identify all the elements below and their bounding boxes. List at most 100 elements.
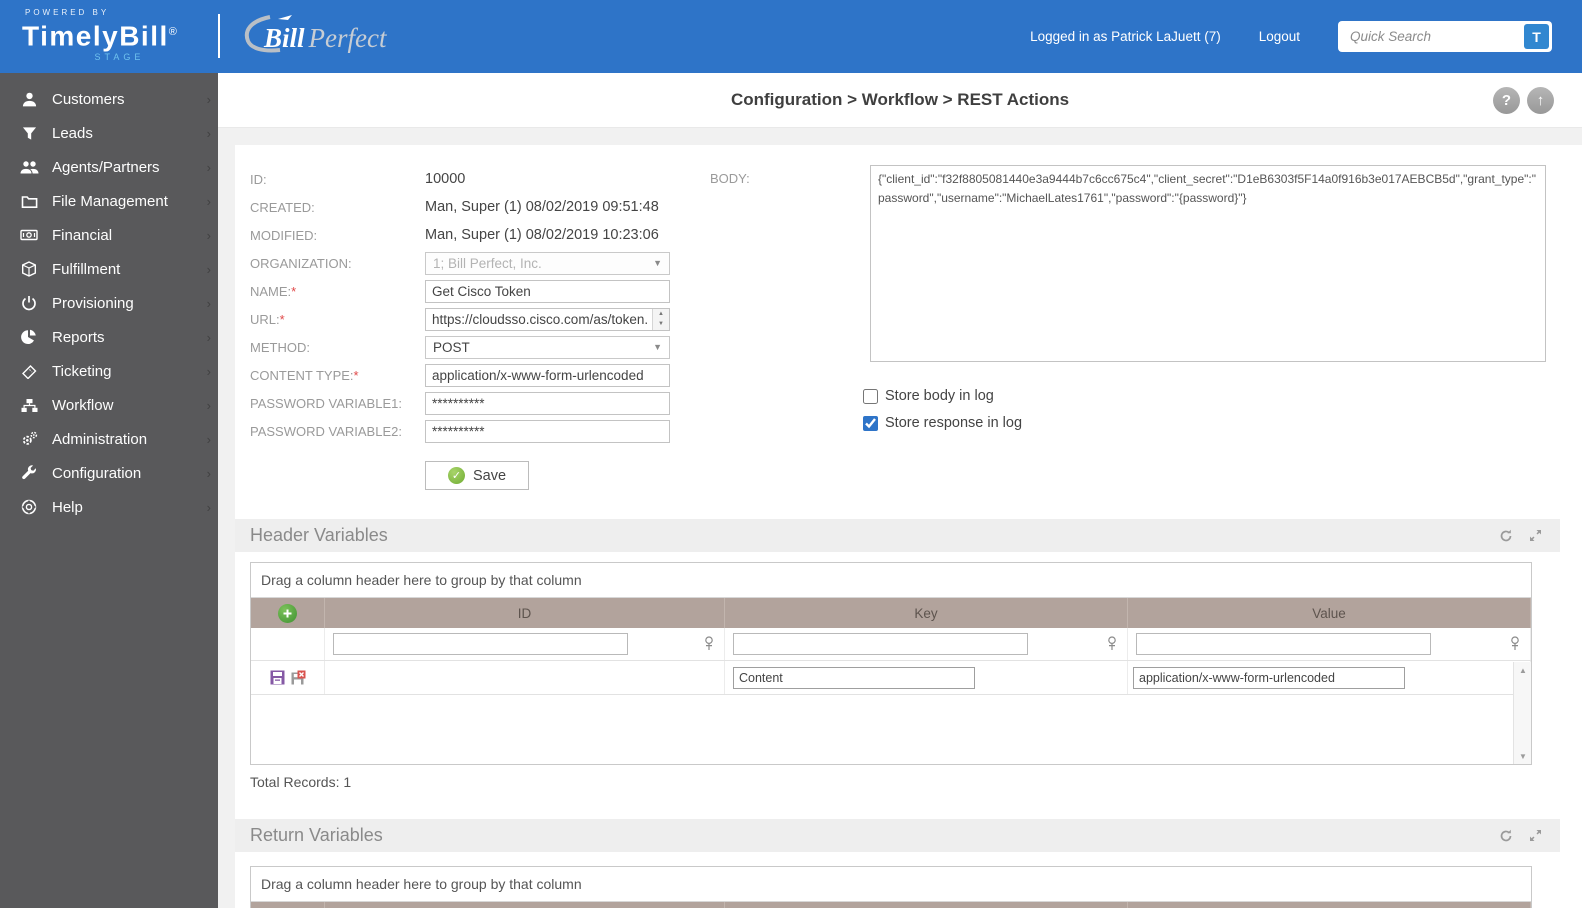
sidebar-item-configuration[interactable]: Configuration › — [0, 456, 218, 490]
partner-perfect-text: Perfect — [308, 22, 387, 53]
rest-actions-page: POWERED BY TimelyBill® STAGE Bill Perfec… — [0, 0, 1582, 908]
sidebar-item-label: File Management — [52, 192, 168, 210]
chevron-right-icon: › — [206, 159, 211, 175]
sidebar-item-fulfillment[interactable]: Fulfillment › — [0, 252, 218, 286]
refresh-icon[interactable] — [1499, 529, 1513, 543]
content-type-input[interactable] — [425, 363, 670, 387]
cancel-row-icon[interactable] — [291, 670, 306, 685]
header-variables-bar: Header Variables — [235, 519, 1560, 552]
environment-label: STAGE — [94, 52, 145, 63]
expand-icon[interactable] — [1529, 529, 1542, 542]
sidebar-item-workflow[interactable]: Workflow › — [0, 388, 218, 422]
chevron-down-icon: ▼ — [653, 342, 662, 352]
scroll-down-icon[interactable]: ▼ — [1514, 748, 1532, 764]
logout-link[interactable]: Logout — [1259, 29, 1300, 44]
top-bar: POWERED BY TimelyBill® STAGE Bill Perfec… — [0, 0, 1582, 73]
expand-icon[interactable] — [1529, 829, 1542, 842]
url-input[interactable] — [425, 307, 670, 331]
partner-bill-text: Bill — [264, 22, 305, 53]
ticket-icon — [18, 362, 40, 380]
organization-select[interactable]: 1; Bill Perfect, Inc. ▼ — [425, 251, 670, 275]
id-label: ID: — [250, 171, 267, 187]
pie-chart-icon — [18, 328, 40, 346]
registered-mark: ® — [168, 26, 179, 38]
filter-pin-icon[interactable] — [1510, 636, 1520, 651]
sidebar-item-label: Administration — [52, 430, 148, 448]
password-variable1-label: PASSWORD VARIABLE1: — [250, 395, 402, 411]
group-panel[interactable]: Drag a column header here to group by th… — [251, 563, 1531, 598]
group-panel[interactable]: Drag a column header here to group by th… — [251, 867, 1531, 902]
url-label: URL: — [250, 311, 280, 327]
method-select[interactable]: POST ▼ — [425, 335, 670, 359]
name-label: NAME: — [250, 283, 292, 299]
body-textarea[interactable]: {"client_id":"f32f8805081440e3a9444b7c6c… — [870, 165, 1546, 362]
value-filter-input[interactable] — [1136, 633, 1431, 655]
breadcrumb: Configuration > Workflow > REST Actions — [730, 90, 1070, 109]
sidebar-item-help[interactable]: Help › — [0, 490, 218, 524]
sidebar-item-file-management[interactable]: File Management › — [0, 184, 218, 218]
required-marker: * — [353, 367, 359, 383]
column-header-value[interactable]: Value — [1128, 598, 1531, 628]
sidebar-item-agents-partners[interactable]: Agents/Partners › — [0, 150, 218, 184]
body-label: BODY: — [710, 171, 750, 186]
scroll-top-button[interactable]: ↑ — [1527, 87, 1554, 114]
save-button[interactable]: ✓ Save — [425, 461, 529, 490]
sidebar-item-customers[interactable]: Customers › — [0, 82, 218, 116]
quick-search-input[interactable] — [1348, 28, 1518, 45]
modified-label: MODIFIED: — [250, 227, 318, 243]
sidebar-item-leads[interactable]: Leads › — [0, 116, 218, 150]
spin-up-icon[interactable]: ▲ — [653, 309, 669, 320]
vertical-scrollbar[interactable]: ▲ ▼ — [1513, 662, 1531, 764]
column-header-key[interactable]: Key — [725, 598, 1128, 628]
search-button[interactable]: T — [1524, 24, 1549, 49]
scroll-up-icon[interactable]: ▲ — [1514, 662, 1532, 678]
store-response-checkbox[interactable] — [863, 415, 878, 431]
sidebar-item-label: Customers — [52, 90, 125, 108]
store-body-option: Store body in log — [863, 388, 994, 404]
row-key-input[interactable] — [733, 666, 975, 689]
content-type-label: CONTENT TYPE: — [250, 367, 354, 383]
method-label: METHOD: — [250, 339, 310, 355]
password-variable2-label: PASSWORD VARIABLE2: — [250, 423, 402, 439]
refresh-icon[interactable] — [1499, 829, 1513, 843]
grid-filter-row — [251, 628, 1531, 661]
filter-pin-icon[interactable] — [1107, 636, 1117, 651]
brand-name: TimelyBill — [22, 20, 169, 52]
save-row-icon[interactable] — [270, 670, 285, 685]
key-filter-input[interactable] — [733, 633, 1028, 655]
header-variables-title: Header Variables — [250, 525, 388, 545]
quick-search: T — [1338, 21, 1552, 52]
help-button[interactable]: ? — [1493, 87, 1520, 114]
column-header-id[interactable]: ID — [325, 598, 725, 628]
id-filter-input[interactable] — [333, 633, 628, 655]
gears-icon — [18, 430, 40, 448]
sidebar-item-provisioning[interactable]: Provisioning › — [0, 286, 218, 320]
password-variable1-input[interactable] — [425, 391, 670, 415]
main-panel: ID: 10000 CREATED: Man, Super (1) 08/02/… — [235, 145, 1582, 908]
sidebar-item-label: Workflow — [52, 396, 114, 414]
name-input[interactable] — [425, 279, 670, 303]
sidebar: Customers › Leads › Agents/Partners › Fi… — [0, 73, 218, 908]
sidebar-item-administration[interactable]: Administration › — [0, 422, 218, 456]
required-marker: * — [279, 311, 285, 327]
add-row-button[interactable] — [278, 603, 297, 623]
sidebar-item-financial[interactable]: Financial › — [0, 218, 218, 252]
total-records: Total Records: 1 — [250, 774, 352, 790]
sidebar-item-label: Ticketing — [52, 362, 112, 380]
filter-pin-icon[interactable] — [704, 636, 714, 651]
chevron-right-icon: › — [206, 363, 211, 379]
sidebar-item-ticketing[interactable]: Ticketing › — [0, 354, 218, 388]
return-variables-grid: Drag a column header here to group by th… — [250, 866, 1532, 908]
sidebar-item-reports[interactable]: Reports › — [0, 320, 218, 354]
spin-down-icon[interactable]: ▼ — [653, 319, 669, 330]
chevron-right-icon: › — [206, 227, 211, 243]
check-icon: ✓ — [447, 467, 465, 484]
chevron-right-icon: › — [206, 465, 211, 481]
password-variable2-input[interactable] — [425, 419, 670, 443]
store-body-checkbox[interactable] — [863, 388, 878, 404]
rest-action-form: ID: 10000 CREATED: Man, Super (1) 08/02/… — [250, 165, 690, 490]
power-icon — [18, 294, 40, 312]
row-value-input[interactable] — [1133, 666, 1405, 689]
required-marker: * — [291, 283, 297, 299]
url-combobox: ▲ ▼ — [425, 307, 670, 331]
